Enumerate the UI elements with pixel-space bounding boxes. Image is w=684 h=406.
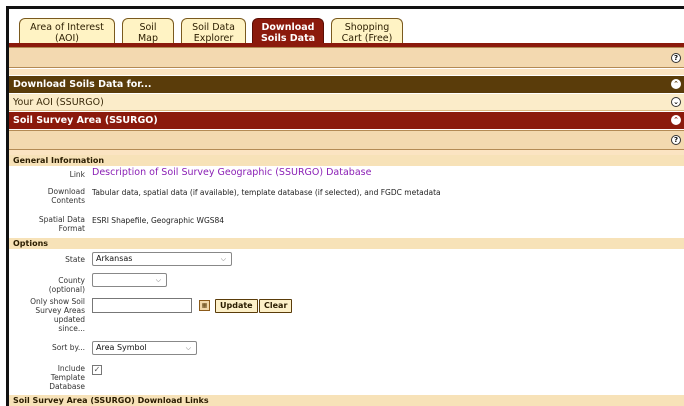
expand-icon[interactable]: ⌄ — [671, 97, 681, 107]
divider — [9, 69, 684, 75]
options-heading: Options — [9, 238, 684, 249]
download-links-heading: Soil Survey Area (SSURGO) Download Links — [9, 395, 684, 406]
label-line: Download — [47, 187, 85, 196]
state-label: State — [65, 255, 85, 264]
download-contents-value: Tabular data, spatial data (if available… — [92, 188, 441, 197]
ssurgo-description-link[interactable]: Description of Soil Survey Geographic (S… — [92, 168, 371, 178]
ssa-toolbar: ? — [9, 130, 684, 150]
tab-soil-map[interactable]: Soil Map — [122, 18, 174, 46]
app-frame: Area of Interest (AOI) Soil Map Soil Dat… — [6, 6, 684, 406]
ssa-label: Soil Survey Area (SSURGO) — [13, 115, 158, 126]
your-aoi-header[interactable]: Your AOI (SSURGO) ⌄ — [9, 94, 684, 111]
collapse-icon[interactable]: ⌃ — [671, 115, 681, 125]
label-line: Template — [50, 373, 85, 382]
your-aoi-label: Your AOI (SSURGO) — [13, 97, 104, 108]
label-line: updated — [53, 315, 85, 324]
label-line: Only show Soil — [30, 297, 85, 306]
tab-soil-data-explorer[interactable]: Soil Data Explorer — [181, 18, 246, 46]
help-icon[interactable]: ? — [671, 135, 681, 145]
label-line: Survey Areas — [35, 306, 85, 315]
tab-label: Soil Data — [192, 22, 235, 33]
county-label: County (optional) — [9, 276, 85, 294]
tab-label: Soil — [139, 22, 157, 33]
chevron-down-icon: ⌵ — [155, 276, 161, 284]
update-button[interactable]: Update — [215, 299, 258, 313]
sort-by-select[interactable]: Area Symbol ⌵ — [92, 341, 197, 355]
chevron-down-icon: ⌵ — [185, 344, 191, 352]
label-line: Include — [57, 364, 85, 373]
collapse-icon[interactable]: ⌃ — [671, 79, 681, 89]
tab-label: Shopping — [344, 22, 390, 33]
label-line: since... — [58, 324, 85, 333]
clear-button[interactable]: Clear — [259, 299, 293, 313]
spatial-format-value: ESRI Shapefile, Geographic WGS84 — [92, 216, 225, 225]
label-line: Database — [49, 382, 85, 391]
include-template-label: Include Template Database — [9, 364, 85, 391]
tab-aoi[interactable]: Area of Interest (AOI) — [19, 18, 115, 46]
label-line: Contents — [51, 196, 85, 205]
state-select[interactable]: Arkansas ⌵ — [92, 252, 232, 266]
help-icon[interactable]: ? — [671, 53, 681, 63]
ssa-header[interactable]: Soil Survey Area (SSURGO) ⌃ — [9, 112, 684, 129]
label-line: County — [58, 276, 85, 285]
general-info-heading: General Information — [9, 155, 684, 166]
tab-label: Download — [261, 22, 315, 33]
sort-selected-value: Area Symbol — [96, 343, 147, 352]
tab-download-soils-data[interactable]: Download Soils Data — [252, 18, 324, 46]
chevron-down-icon: ⌵ — [220, 255, 226, 263]
label-line: Format — [58, 224, 85, 233]
updated-since-label: Only show Soil Survey Areas updated sinc… — [9, 297, 85, 333]
download-for-header[interactable]: Download Soils Data for... ⌃ — [9, 76, 684, 93]
include-template-checkbox[interactable]: ✓ — [92, 365, 102, 375]
calendar-icon[interactable]: ▦ — [199, 300, 210, 311]
tab-bar: Area of Interest (AOI) Soil Map Soil Dat… — [19, 18, 679, 46]
tab-label: Area of Interest — [30, 22, 104, 33]
sort-by-label: Sort by... — [51, 343, 85, 352]
download-contents-label: Download Contents — [9, 187, 85, 205]
updated-since-input[interactable] — [92, 298, 192, 313]
label-line: Spatial Data — [38, 215, 85, 224]
link-label: Link — [69, 170, 85, 179]
county-select[interactable]: ⌵ — [92, 273, 167, 287]
download-for-label: Download Soils Data for... — [13, 79, 152, 90]
spatial-format-label: Spatial Data Format — [9, 215, 85, 233]
tab-shopping-cart[interactable]: Shopping Cart (Free) — [331, 18, 403, 46]
label-line: (optional) — [48, 285, 85, 294]
state-selected-value: Arkansas — [96, 254, 133, 263]
top-toolbar: ? — [9, 47, 684, 68]
